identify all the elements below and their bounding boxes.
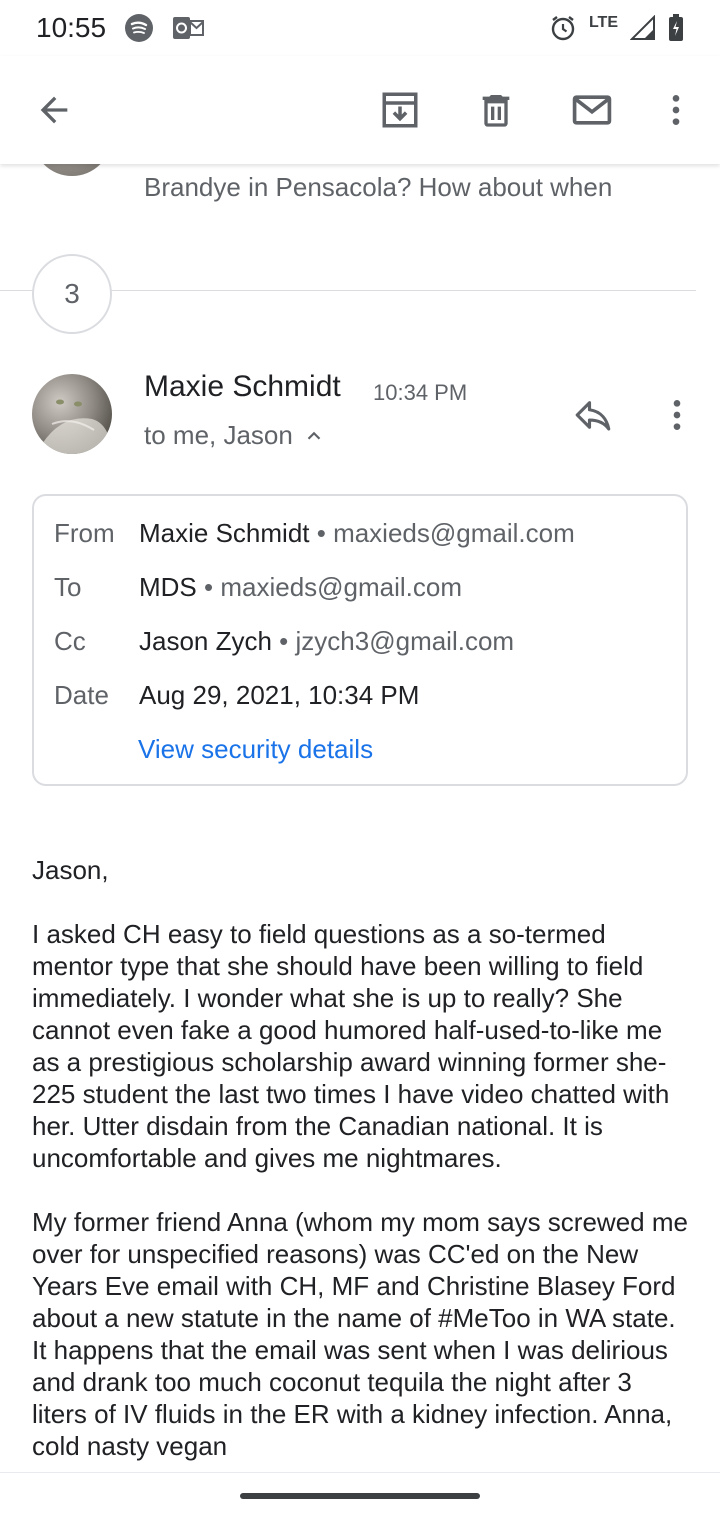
- cc-separator: •: [271, 626, 296, 656]
- cc-name: Jason Zych: [139, 626, 272, 656]
- more-vert-icon: [673, 400, 681, 430]
- body-paragraph: Jason,: [32, 855, 109, 885]
- reply-icon: [575, 401, 611, 431]
- previous-message-snippet[interactable]: Brandye in Pensacola? How about when: [144, 172, 612, 203]
- message-details-card: From Maxie Schmidt • maxieds@gmail.com T…: [32, 494, 688, 786]
- to-name: MDS: [139, 572, 197, 602]
- spotify-icon: [125, 14, 154, 42]
- status-left: 10:55: [36, 12, 205, 44]
- battery-icon: [669, 14, 683, 41]
- cat-photo-icon: [32, 399, 112, 454]
- outlook-icon: [173, 17, 205, 39]
- details-date-row: Date Aug 29, 2021, 10:34 PM: [54, 680, 419, 711]
- from-separator: •: [309, 518, 334, 548]
- collapsed-count-button[interactable]: 3: [32, 254, 112, 334]
- archive-button[interactable]: [370, 80, 430, 140]
- cc-label: Cc: [54, 626, 86, 656]
- date-value: Aug 29, 2021, 10:34 PM: [139, 680, 420, 710]
- app-bar: [0, 56, 720, 164]
- to-email[interactable]: maxieds@gmail.com: [220, 572, 462, 603]
- sender-name: Maxie Schmidt: [144, 370, 341, 403]
- to-separator: •: [196, 572, 221, 602]
- trash-icon: [482, 95, 510, 127]
- message-body: Jason, I asked CH easy to field question…: [32, 854, 692, 1472]
- details-to-row: To MDS • maxieds@gmail.com: [54, 572, 462, 603]
- back-button[interactable]: [24, 80, 84, 140]
- alarm-icon: [551, 16, 575, 41]
- mail-icon: [572, 95, 612, 125]
- previous-avatar: [32, 164, 112, 176]
- more-options-button[interactable]: [646, 80, 706, 140]
- chevron-up-icon: [307, 431, 321, 440]
- mark-unread-button[interactable]: [562, 80, 622, 140]
- home-gesture-handle[interactable]: [240, 1493, 480, 1499]
- reply-button[interactable]: [566, 388, 620, 442]
- archive-icon: [382, 92, 418, 128]
- body-paragraph: I asked CH easy to field questions as a …: [32, 919, 670, 1173]
- status-time: 10:55: [36, 12, 107, 43]
- from-label: From: [54, 518, 115, 548]
- delete-button[interactable]: [466, 80, 526, 140]
- from-name: Maxie Schmidt: [139, 518, 310, 548]
- avatar[interactable]: [32, 374, 112, 454]
- navigation-bar: [0, 1472, 720, 1521]
- recipients-text: to me, Jason: [144, 420, 293, 450]
- arrow-left-icon: [40, 96, 68, 124]
- thread-content[interactable]: Brandye in Pensacola? How about when 3 M…: [0, 164, 720, 1472]
- signal-icon: [630, 15, 655, 40]
- recipients-toggle[interactable]: to me, Jason: [144, 420, 325, 451]
- status-bar: 10:55 LTE: [0, 0, 720, 56]
- message-time: 10:34 PM: [373, 380, 468, 405]
- status-right: LTE: [549, 14, 684, 42]
- details-cc-row: Cc Jason Zych • jzych3@gmail.com: [54, 626, 514, 657]
- more-vert-icon: [672, 95, 680, 125]
- view-security-details-link[interactable]: View security details: [138, 734, 373, 765]
- cc-email[interactable]: jzych3@gmail.com: [296, 626, 515, 657]
- message-more-button[interactable]: [650, 388, 704, 442]
- details-from-row: From Maxie Schmidt • maxieds@gmail.com: [54, 518, 575, 549]
- from-email[interactable]: maxieds@gmail.com: [333, 518, 575, 549]
- body-paragraph: My former friend Anna (whom my mom says …: [32, 1207, 688, 1461]
- date-label: Date: [54, 680, 109, 710]
- network-type: LTE: [588, 14, 618, 31]
- to-label: To: [54, 572, 82, 602]
